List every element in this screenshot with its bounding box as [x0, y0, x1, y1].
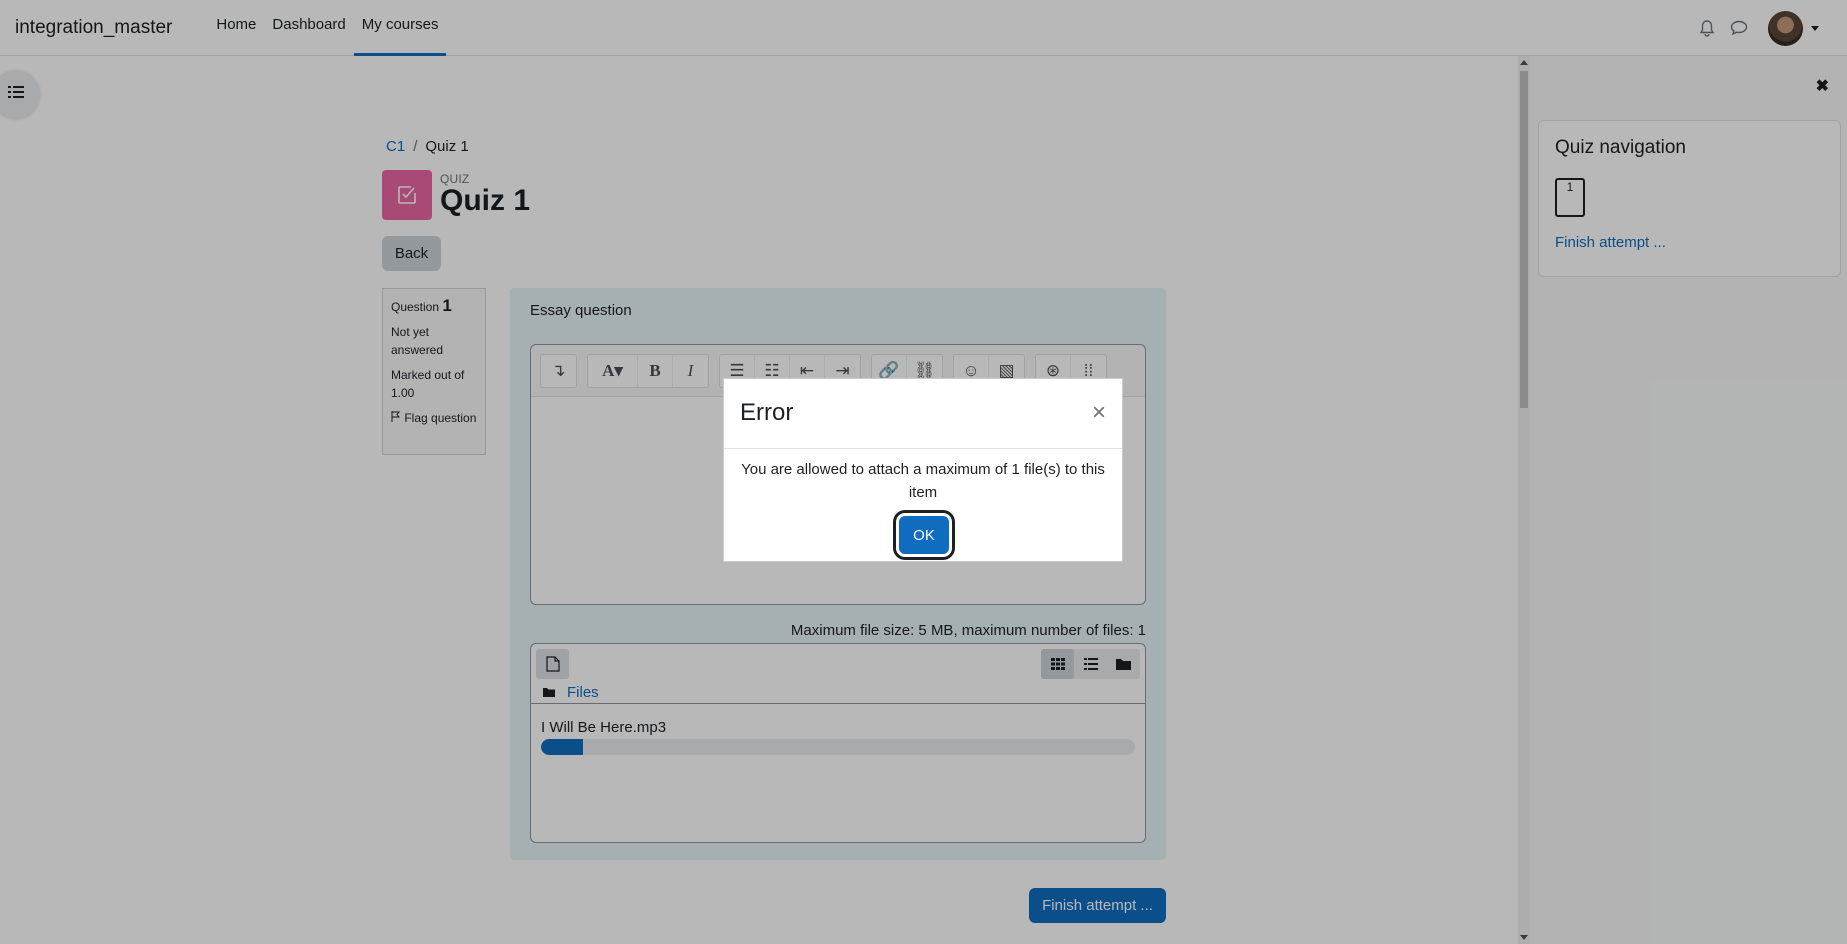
dialog-message: You are allowed to attach a maximum of 1… — [741, 461, 1105, 501]
dialog-title: Error — [740, 399, 794, 426]
error-dialog: Error × You are allowed to attach a maxi… — [723, 378, 1123, 562]
ok-button[interactable]: OK — [899, 516, 949, 554]
dialog-header: Error × — [724, 379, 1122, 449]
close-icon[interactable]: × — [1092, 401, 1106, 425]
